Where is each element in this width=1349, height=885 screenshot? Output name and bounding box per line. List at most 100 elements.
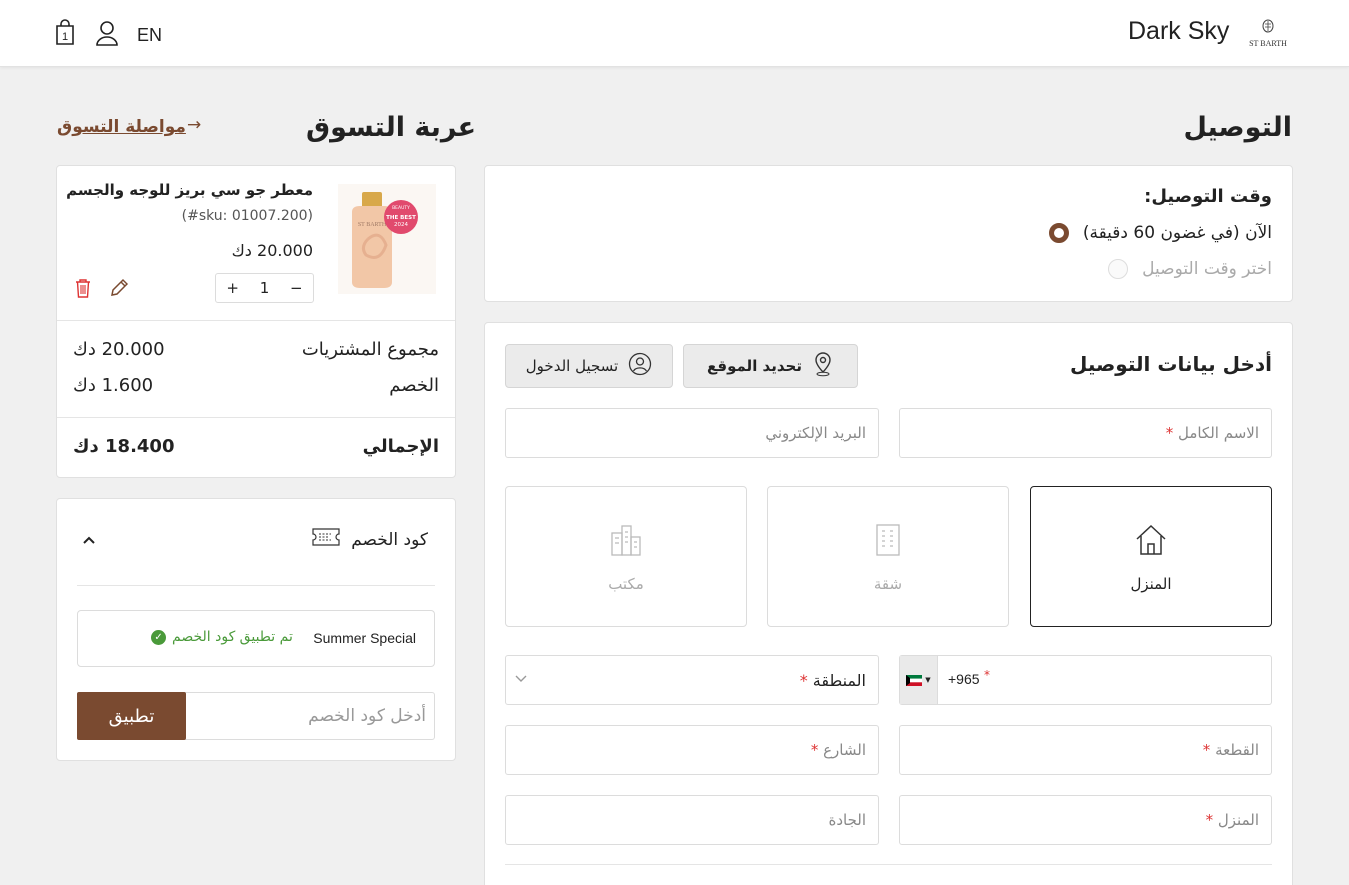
brand-logo[interactable]: ST BARTH: [1246, 18, 1290, 50]
required-mark: *: [799, 671, 808, 690]
email-placeholder: البريد الإلكتروني: [765, 424, 866, 442]
map-pin-icon: [812, 351, 834, 381]
quantity-value: 1: [259, 279, 270, 297]
delivery-time-card: وقت التوصيل: الآن (في غضون 60 دقيقة) اخت…: [484, 165, 1293, 302]
region-placeholder: المنطقة: [812, 671, 866, 690]
required-mark: *: [984, 668, 990, 682]
coupon-title: كود الخصم: [351, 529, 428, 550]
type-office-label: مكتب: [608, 575, 644, 593]
radio-schedule[interactable]: [1108, 259, 1129, 279]
subtotal-value: 20.000 دك: [73, 339, 165, 360]
apply-coupon-button[interactable]: تطبيق: [77, 692, 186, 740]
apartment-icon: [875, 523, 901, 561]
coupon-header[interactable]: كود الخصم: [311, 527, 428, 552]
phone-field[interactable]: ▼ +965 *: [899, 655, 1272, 705]
avenue-field[interactable]: الجادة: [505, 795, 879, 845]
block-field[interactable]: القطعة *: [899, 725, 1272, 775]
subtotal-label: مجموع المشتريات: [301, 339, 439, 360]
svg-text:ST BARTH: ST BARTH: [358, 222, 387, 228]
type-apartment-label: شقة: [873, 575, 903, 593]
required-mark: *: [1205, 811, 1214, 829]
top-header: 1 EN Dark Sky ST BARTH: [0, 0, 1349, 67]
cart-icon[interactable]: 1: [54, 19, 76, 50]
email-field[interactable]: البريد الإلكتروني: [505, 408, 879, 458]
full-name-field[interactable]: الاسم الكامل *: [899, 408, 1272, 458]
applied-coupon-code: Summer Special: [313, 630, 416, 646]
kuwait-flag-icon: [906, 674, 923, 686]
login-label: تسجيل الدخول: [525, 357, 619, 375]
applied-coupon-text: تم تطبيق كود الخصم: [172, 629, 293, 645]
trash-icon[interactable]: [74, 278, 92, 302]
caret-down-icon: ▼: [925, 676, 931, 684]
cart-title: عربة التسوق: [306, 112, 477, 143]
total-label: الإجمالي: [362, 436, 439, 457]
ticket-icon: [311, 527, 341, 552]
avenue-placeholder: الجادة: [828, 811, 866, 829]
block-placeholder: القطعة: [1215, 741, 1259, 759]
item-sku: (#sku: 01007.200): [181, 208, 313, 224]
applied-coupon-box: Summer Special ✓ تم تطبيق كود الخصم: [77, 610, 435, 667]
type-house-label: المنزل: [1130, 575, 1172, 593]
continue-shopping-link[interactable]: مواصلة التسوق: [57, 117, 186, 137]
coupon-placeholder: أدخل كود الخصم: [308, 706, 426, 726]
divider: [505, 864, 1272, 865]
badge-main-text: THE BEST: [386, 215, 416, 221]
house-field[interactable]: المنزل *: [899, 795, 1272, 845]
chevron-down-icon: [514, 670, 528, 689]
cart-summary-card: ST BARTH BEAUTY THE BEST 2024 معطر جو سي…: [56, 165, 456, 478]
required-mark: *: [1202, 741, 1211, 759]
user-icon[interactable]: [95, 20, 119, 50]
item-price: 20.000 دك: [231, 241, 313, 260]
delivery-time-title: وقت التوصيل:: [1144, 186, 1272, 207]
locate-label: تحديد الموقع: [707, 357, 802, 375]
check-circle-icon: ✓: [151, 629, 166, 645]
delivery-option-schedule[interactable]: اختر وقت التوصيل: [1108, 259, 1272, 279]
type-apartment[interactable]: شقة: [767, 486, 1009, 627]
logo-text: ST BARTH: [1249, 39, 1287, 48]
badge-year-text: 2024: [394, 222, 408, 228]
language-switch[interactable]: EN: [137, 25, 162, 46]
increment-button[interactable]: +: [226, 279, 239, 297]
coupon-card: كود الخصم Summer Special ✓ تم تطبيق كود …: [56, 498, 456, 761]
store-name[interactable]: Dark Sky: [1128, 17, 1229, 46]
page-title: التوصيل: [1183, 112, 1292, 143]
phone-code: +965: [948, 671, 980, 687]
item-name[interactable]: معطر جو سي بريز للوجه والجسم: [66, 181, 313, 199]
street-placeholder: الشارع: [823, 741, 866, 759]
delivery-option-now[interactable]: الآن (في غضون 60 دقيقة): [1048, 223, 1272, 243]
radio-now-label: الآن (في غضون 60 دقيقة): [1082, 223, 1272, 243]
chevron-up-icon[interactable]: [82, 531, 96, 550]
edit-icon[interactable]: [109, 278, 129, 302]
locate-button[interactable]: تحديد الموقع: [683, 344, 858, 388]
delivery-form-title: أدخل بيانات التوصيل: [1069, 352, 1272, 376]
cart-count: 1: [62, 31, 68, 43]
discount-label: الخصم: [389, 375, 439, 396]
radio-schedule-label: اختر وقت التوصيل: [1142, 259, 1272, 279]
divider: [57, 417, 455, 418]
type-office[interactable]: مكتب: [505, 486, 747, 627]
region-select[interactable]: المنطقة *: [505, 655, 879, 705]
house-icon: [1134, 523, 1168, 561]
login-button[interactable]: تسجيل الدخول: [505, 344, 673, 388]
product-image[interactable]: ST BARTH BEAUTY THE BEST 2024: [338, 184, 436, 294]
full-name-placeholder: الاسم الكامل: [1177, 424, 1259, 442]
street-field[interactable]: الشارع *: [505, 725, 879, 775]
discount-value: 1.600 دك: [73, 375, 154, 396]
radio-now[interactable]: [1048, 223, 1069, 243]
decrement-button[interactable]: −: [290, 279, 303, 297]
office-icon: [609, 523, 643, 561]
quantity-stepper[interactable]: + 1 −: [215, 273, 314, 303]
total-value: 18.400 دك: [73, 436, 175, 457]
divider: [77, 585, 435, 586]
badge-top-text: BEAUTY: [392, 205, 410, 211]
type-house[interactable]: المنزل: [1030, 486, 1272, 627]
delivery-form-card: أدخل بيانات التوصيل تحديد الموقع تسجيل ا…: [484, 322, 1293, 885]
applied-coupon-message: ✓ تم تطبيق كود الخصم: [151, 629, 293, 645]
required-mark: *: [1165, 424, 1174, 442]
arrow-right-icon: →: [187, 115, 202, 135]
house-placeholder: المنزل: [1217, 811, 1259, 829]
user-circle-icon: [628, 352, 652, 380]
required-mark: *: [810, 741, 819, 759]
country-select[interactable]: ▼: [900, 656, 938, 704]
divider: [57, 320, 455, 321]
